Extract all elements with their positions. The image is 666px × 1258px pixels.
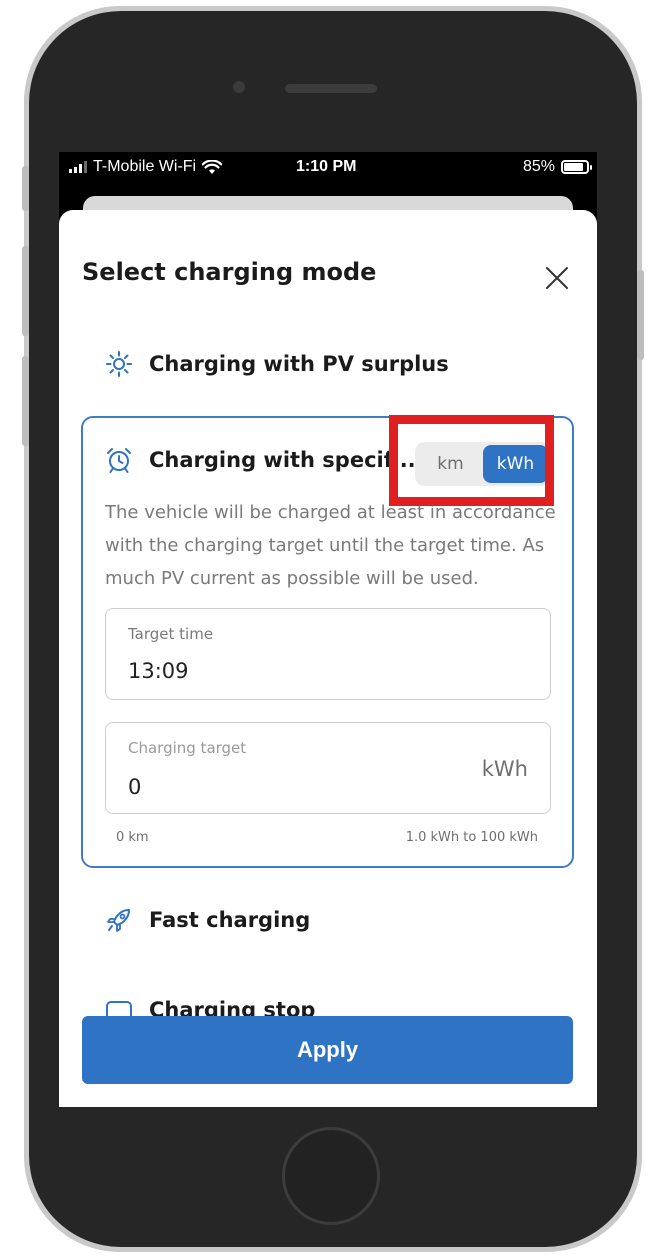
option-specific-label: Charging with specif... bbox=[149, 448, 416, 472]
mute-switch bbox=[22, 166, 29, 211]
unit-kwh-button[interactable]: kWh bbox=[483, 445, 548, 483]
charging-target-hint-right: 1.0 kWh to 100 kWh bbox=[405, 830, 538, 845]
battery-icon bbox=[561, 160, 592, 174]
charging-target-value: 0 bbox=[128, 775, 142, 799]
option-pv-surplus[interactable]: Charging with PV surplus bbox=[105, 350, 449, 378]
power-button bbox=[637, 270, 644, 360]
target-time-label: Target time bbox=[128, 625, 214, 643]
charging-target-unit: kWh bbox=[481, 757, 528, 781]
wifi-icon bbox=[202, 159, 223, 174]
charging-target-hint-left: 0 km bbox=[116, 830, 149, 845]
target-time-value: 13:09 bbox=[128, 659, 189, 683]
unit-toggle: km kWh bbox=[415, 442, 551, 486]
front-camera bbox=[233, 81, 245, 93]
status-time: 1:10 PM bbox=[296, 158, 357, 175]
battery-percent: 85% bbox=[522, 158, 555, 175]
carrier-name: T-Mobile Wi-Fi bbox=[93, 158, 197, 175]
volume-up-button bbox=[22, 246, 29, 336]
charging-mode-sheet: Select charging mode Charging with PV su… bbox=[59, 210, 597, 1107]
battery-group: 85% bbox=[522, 158, 592, 176]
phone-screen: T-Mobile Wi-Fi 1:10 PM 85% Select chargi… bbox=[59, 152, 597, 1107]
option-specific-description: The vehicle will be charged at least in … bbox=[105, 502, 556, 589]
charging-target-label: Charging target bbox=[128, 739, 247, 757]
close-icon[interactable] bbox=[539, 260, 575, 296]
apply-button[interactable]: Apply bbox=[82, 1016, 573, 1084]
earpiece-speaker bbox=[285, 84, 377, 93]
charging-target-field[interactable]: Charging target 0 kWh bbox=[105, 722, 551, 814]
option-specific-card[interactable]: Charging with specif... km kWh The vehic… bbox=[81, 416, 574, 868]
option-pv-surplus-label: Charging with PV surplus bbox=[149, 352, 449, 376]
option-fast-charging[interactable]: Fast charging bbox=[105, 906, 310, 934]
target-time-field[interactable]: Target time 13:09 bbox=[105, 608, 551, 700]
unit-km-button[interactable]: km bbox=[418, 445, 483, 483]
volume-down-button bbox=[22, 356, 29, 446]
signal-icon bbox=[69, 161, 87, 173]
status-bar: T-Mobile Wi-Fi 1:10 PM 85% bbox=[59, 152, 597, 184]
sun-icon bbox=[106, 351, 132, 377]
option-specific-header: Charging with specif... bbox=[105, 446, 416, 474]
option-fast-charging-label: Fast charging bbox=[149, 908, 311, 932]
sheet-title: Select charging mode bbox=[82, 258, 377, 286]
alarm-clock-icon bbox=[107, 448, 131, 473]
rocket-icon bbox=[107, 909, 130, 932]
home-button[interactable] bbox=[282, 1127, 380, 1225]
carrier-group: T-Mobile Wi-Fi bbox=[69, 158, 223, 176]
